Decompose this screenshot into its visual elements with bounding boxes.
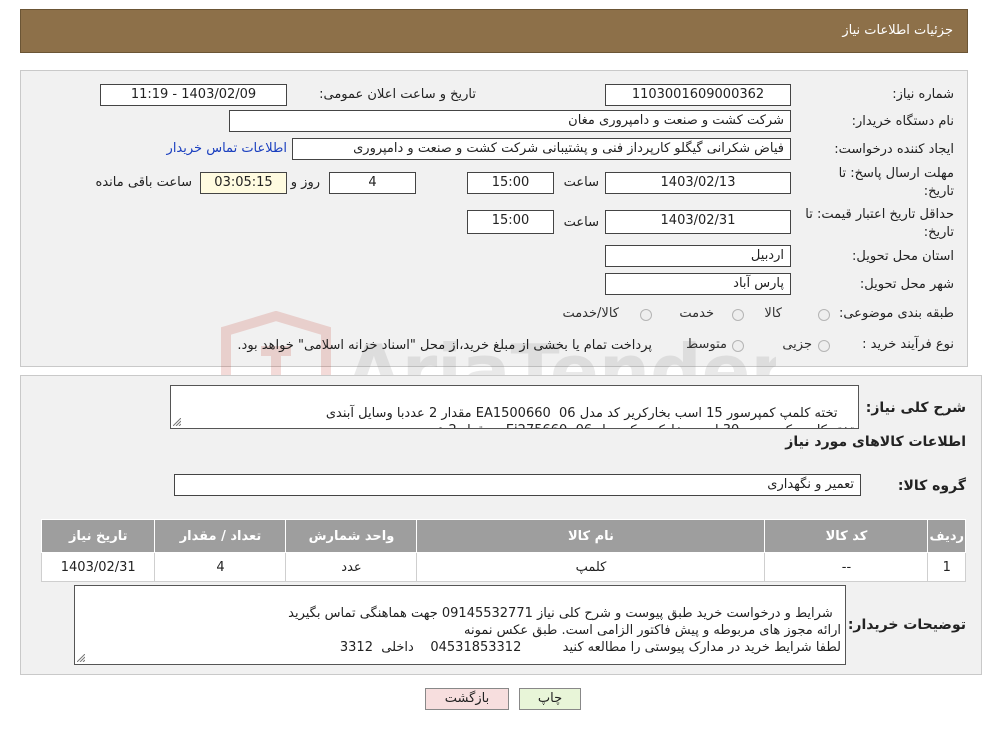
city-field: پارس آباد (605, 273, 791, 295)
announce-field: 1403/02/09 - 11:19 (100, 84, 287, 106)
cell-name: کلمپ (416, 552, 766, 582)
category-option-service: خدمت (679, 306, 714, 321)
validity-time-field: 15:00 (467, 210, 554, 234)
back-button[interactable]: بازگشت (425, 688, 509, 710)
col-date-header: تاریخ نیاز (40, 519, 156, 553)
city-label: شهر محل تحویل: (859, 277, 954, 292)
province-label: استان محل تحویل: (852, 249, 954, 264)
buyer-notes-text: شرایط و درخواست خرید طبق پیوست و شرح کلی… (288, 606, 841, 655)
creator-field: فیاض شکرانی گیگلو کارپرداز فنی و پشتیبان… (292, 138, 791, 160)
col-row-header: ردیف (927, 519, 966, 553)
deadline-time-field: 15:00 (467, 172, 554, 194)
resize-grip-icon[interactable] (77, 654, 85, 662)
validity-hour-label: ساعت (563, 215, 599, 230)
need-number-label: شماره نیاز: (892, 87, 954, 102)
col-code-header: کد کالا (764, 519, 929, 553)
deadline-label-2: تاریخ: (923, 184, 954, 199)
process-radio-partial[interactable] (818, 340, 830, 352)
page-title: جزئیات اطلاعات نیاز (842, 23, 953, 38)
process-radio-medium[interactable] (732, 340, 744, 352)
col-unit-header: واحد شمارش (285, 519, 418, 553)
summary-label: شرح کلی نیاز: (865, 400, 966, 416)
buyer-notes-label: توضیحات خریدار: (847, 617, 966, 633)
goods-group-field: تعمیر و نگهداری (174, 474, 861, 496)
cell-unit: عدد (285, 552, 418, 582)
items-title: اطلاعات کالاهای مورد نیاز (785, 434, 966, 450)
remaining-label: ساعت باقی مانده (95, 175, 192, 190)
category-option-goods-service: کالا/خدمت (562, 306, 619, 321)
validity-label-1: حداقل تاریخ اعتبار قیمت: تا (805, 207, 954, 222)
cell-date: 1403/02/31 (40, 552, 156, 582)
col-name-header: نام کالا (416, 519, 766, 553)
deadline-label-1: مهلت ارسال پاسخ: تا (838, 166, 954, 181)
resize-grip-icon[interactable] (173, 418, 181, 426)
validity-label-2: تاریخ: (923, 225, 954, 240)
category-label: طبقه بندی موضوعی: (838, 306, 954, 321)
cell-row: 1 (927, 552, 966, 582)
items-table: ردیف کد کالا نام کالا واحد شمارش تعداد /… (40, 519, 966, 582)
announce-label: تاریخ و ساعت اعلان عمومی: (319, 87, 476, 102)
days-field: 4 (329, 172, 416, 194)
buyer-org-field: شرکت کشت و صنعت و دامپروری مغان (229, 110, 791, 132)
cell-qty: 4 (154, 552, 287, 582)
info-panel: AriaTender.neT شماره نیاز: 1103001609000… (20, 70, 968, 431)
print-button[interactable]: چاپ (519, 688, 581, 710)
category-radio-goods[interactable] (818, 309, 830, 321)
creator-label: ایجاد کننده درخواست: (834, 142, 954, 157)
province-field: اردبیل (605, 245, 791, 267)
category-option-goods: کالا (764, 306, 782, 321)
process-note: پرداخت تمام یا بخشی از مبلغ خرید،از محل … (237, 338, 652, 353)
remaining-time-field: 03:05:15 (200, 172, 287, 194)
need-number-field: 1103001609000362 (605, 84, 791, 106)
buyer-contact-link[interactable]: اطلاعات تماس خریدار (167, 141, 287, 156)
deadline-date-field: 1403/02/13 (605, 172, 791, 194)
buyer-org-label: نام دستگاه خریدار: (851, 114, 954, 129)
category-radio-goods-service[interactable] (640, 309, 652, 321)
goods-group-label: گروه کالا: (897, 478, 966, 494)
process-option-medium: متوسط (686, 337, 727, 352)
summary-text: تخته کلمپ کمپرسور 15 اسب بخارکریر کد مدل… (325, 406, 854, 428)
deadline-hour-label: ساعت (563, 175, 599, 190)
summary-textarea[interactable]: تخته کلمپ کمپرسور 15 اسب بخارکریر کد مدل… (170, 385, 859, 429)
category-radio-service[interactable] (732, 309, 744, 321)
days-label: روز و (290, 175, 320, 190)
validity-date-field: 1403/02/31 (605, 210, 791, 234)
col-qty-header: تعداد / مقدار (154, 519, 287, 553)
page-header: جزئیات اطلاعات نیاز (20, 9, 968, 53)
buyer-notes-textarea[interactable]: شرایط و درخواست خرید طبق پیوست و شرح کلی… (74, 585, 846, 665)
process-label: نوع فرآیند خرید : (862, 337, 954, 352)
table-header-row: ردیف کد کالا نام کالا واحد شمارش تعداد /… (40, 519, 966, 553)
table-row: 1 -- کلمپ عدد 4 1403/02/31 (40, 552, 966, 582)
process-option-partial: جزیی (782, 337, 812, 352)
cell-code: -- (764, 552, 929, 582)
